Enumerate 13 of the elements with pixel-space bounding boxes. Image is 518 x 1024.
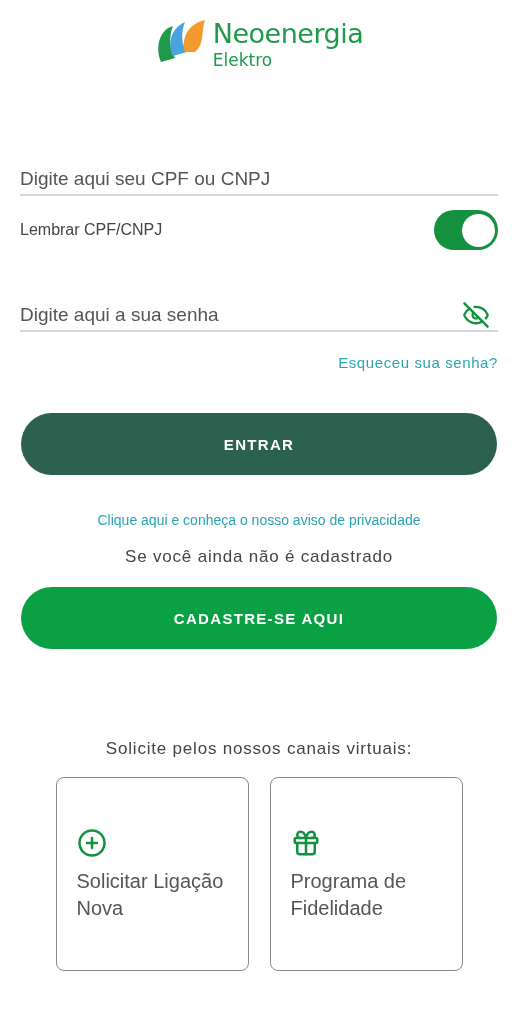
cpf-input-field[interactable]: Digite aqui seu CPF ou CNPJ [20,168,498,190]
channel-card[interactable]: Solicitar Ligação Nova [55,777,249,971]
login-button[interactable]: ENTRAR [21,413,497,475]
remember-toggle[interactable] [434,210,498,250]
brand-subtitle: Elektro [212,50,274,70]
brand-name: Neoenergia [212,18,364,50]
password-input-field[interactable]: Digite aqui a sua senha [20,304,462,326]
plus-circle-icon [76,828,107,858]
channel-card[interactable]: Programa de Fidelidade [269,777,463,971]
channels-title: Solicite pelos nossos canais virtuais: [105,739,413,758]
eye-off-icon[interactable] [462,301,490,329]
remember-label: Lembrar CPF/CNPJ [20,221,163,239]
not-registered-text: Se você ainda não é cadastrado [125,547,393,566]
